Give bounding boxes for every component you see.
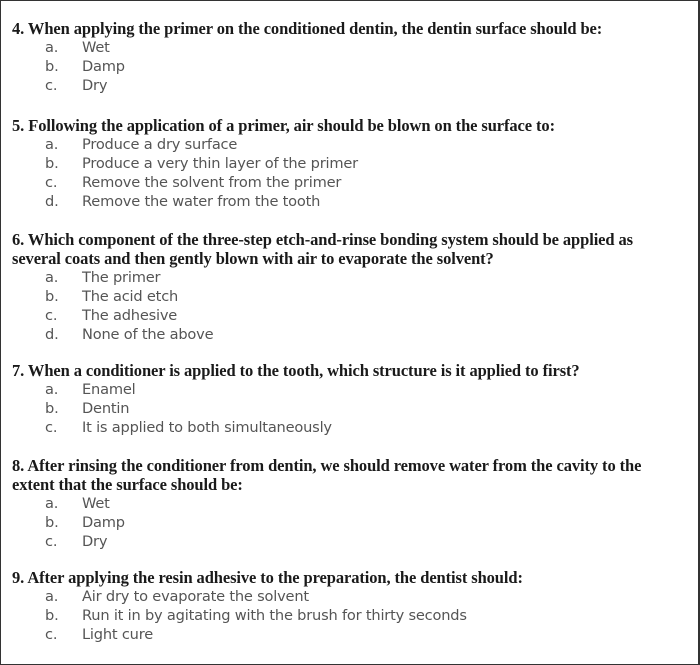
- option-list: a. Air dry to evaporate the solvent b. Run…: [12, 587, 684, 644]
- option-text: Air dry to evaporate the solvent: [82, 588, 309, 605]
- question-6: 6. Which component of the three-step etc…: [12, 230, 684, 344]
- option-letter: c.: [45, 174, 58, 191]
- option-b: b. Produce a very thin layer of the prime…: [12, 154, 684, 173]
- question-stem: After applying the resin adhesive to the…: [27, 568, 523, 587]
- question-number: 5.: [12, 116, 25, 135]
- option-letter: b.: [45, 58, 59, 75]
- option-list: a. Produce a dry surface b. Produce a very…: [12, 135, 684, 211]
- question-text: 4. When applying the primer on the condi…: [12, 19, 684, 38]
- question-8: 8. After rinsing the conditioner from de…: [12, 456, 684, 551]
- question-number: 7.: [12, 361, 25, 380]
- option-a: a. Wet: [12, 494, 684, 513]
- option-letter: c.: [45, 419, 58, 436]
- option-text: The primer: [82, 269, 161, 286]
- option-letter: b.: [45, 514, 59, 531]
- option-letter: a.: [45, 495, 59, 512]
- option-b: b. Damp: [12, 57, 684, 76]
- option-letter: d.: [45, 326, 59, 343]
- option-list: a. Enamel b. Dentin c. It is applied to bot…: [12, 380, 684, 437]
- question-4: 4. When applying the primer on the condi…: [12, 19, 684, 95]
- question-5: 5. Following the application of a primer…: [12, 116, 684, 211]
- question-text: 7. When a conditioner is applied to the …: [12, 361, 684, 380]
- question-stem: Which component of the three-step etch-a…: [12, 230, 633, 268]
- option-letter: a.: [45, 136, 59, 153]
- option-list: a. Wet b. Damp c. Dry: [12, 38, 684, 95]
- option-letter: a.: [45, 381, 59, 398]
- question-text: 5. Following the application of a primer…: [12, 116, 684, 135]
- option-c: c. Dry: [12, 76, 684, 95]
- option-text: Damp: [82, 58, 125, 75]
- option-text: Dry: [82, 77, 108, 94]
- option-a: a. Wet: [12, 38, 684, 57]
- option-letter: c.: [45, 626, 58, 643]
- option-text: Run it in by agitating with the brush fo…: [82, 607, 467, 624]
- option-letter: a.: [45, 39, 59, 56]
- option-text: Remove the solvent from the primer: [82, 174, 342, 191]
- option-text: The adhesive: [82, 307, 178, 324]
- option-text: Remove the water from the tooth: [82, 193, 321, 210]
- option-letter: d.: [45, 193, 59, 210]
- option-b: b. Damp: [12, 513, 684, 532]
- option-a: a. Produce a dry surface: [12, 135, 684, 154]
- option-list: a. Wet b. Damp c. Dry: [12, 494, 684, 551]
- question-9: 9. After applying the resin adhesive to …: [12, 568, 684, 644]
- option-c: c. Light cure: [12, 625, 684, 644]
- question-7: 7. When a conditioner is applied to the …: [12, 361, 684, 437]
- question-stem: When a conditioner is applied to the too…: [27, 361, 580, 380]
- option-b: b. Dentin: [12, 399, 684, 418]
- option-text: Light cure: [82, 626, 153, 643]
- question-text: 8. After rinsing the conditioner from de…: [12, 456, 684, 494]
- option-letter: c.: [45, 533, 58, 550]
- option-letter: c.: [45, 307, 58, 324]
- option-a: a. Enamel: [12, 380, 684, 399]
- option-c: c. Remove the solvent from the primer: [12, 173, 684, 192]
- option-letter: c.: [45, 77, 58, 94]
- option-letter: b.: [45, 155, 59, 172]
- option-letter: a.: [45, 588, 59, 605]
- question-number: 8.: [12, 456, 25, 475]
- option-text: Dentin: [82, 400, 130, 417]
- option-list: a. The primer b. The acid etch c. The adhes…: [12, 268, 684, 344]
- question-number: 4.: [12, 19, 25, 38]
- question-stem: Following the application of a primer, a…: [28, 116, 555, 135]
- option-text: It is applied to both simultaneously: [82, 419, 332, 436]
- option-text: Damp: [82, 514, 125, 531]
- question-text: 9. After applying the resin adhesive to …: [12, 568, 684, 587]
- option-text: Produce a dry surface: [82, 136, 238, 153]
- option-letter: b.: [45, 607, 59, 624]
- question-number: 6.: [12, 230, 25, 249]
- option-b: b. The acid etch: [12, 287, 684, 306]
- option-text: Dry: [82, 533, 108, 550]
- option-text: Wet: [82, 39, 110, 56]
- option-d: d. Remove the water from the tooth: [12, 192, 684, 211]
- option-c: c. Dry: [12, 532, 684, 551]
- option-text: Produce a very thin layer of the primer: [82, 155, 358, 172]
- quiz-page: 4. When applying the primer on the condi…: [0, 0, 700, 665]
- option-c: c. The adhesive: [12, 306, 684, 325]
- option-c: c. It is applied to both simultaneously: [12, 418, 684, 437]
- option-a: a. The primer: [12, 268, 684, 287]
- option-letter: a.: [45, 269, 59, 286]
- question-stem: When applying the primer on the conditio…: [27, 19, 603, 38]
- option-letter: b.: [45, 400, 59, 417]
- option-text: Wet: [82, 495, 110, 512]
- option-a: a. Air dry to evaporate the solvent: [12, 587, 684, 606]
- option-text: Enamel: [82, 381, 136, 398]
- option-text: The acid etch: [82, 288, 179, 305]
- question-stem: After rinsing the conditioner from denti…: [12, 456, 642, 494]
- option-letter: b.: [45, 288, 59, 305]
- option-d: d. None of the above: [12, 325, 684, 344]
- question-number: 9.: [12, 568, 25, 587]
- question-text: 6. Which component of the three-step etc…: [12, 230, 684, 268]
- option-b: b. Run it in by agitating with the brush …: [12, 606, 684, 625]
- option-text: None of the above: [82, 326, 214, 343]
